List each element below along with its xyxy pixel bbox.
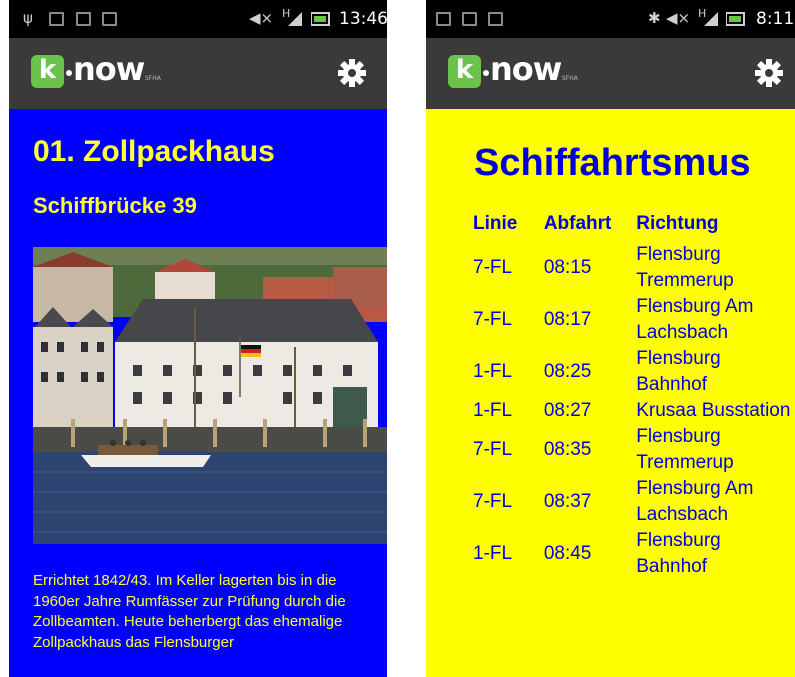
- signal-icon: [288, 12, 302, 26]
- table-row[interactable]: 1-FL 08:25 Flensburg Bahnhof: [473, 346, 795, 398]
- signal-icon: [704, 12, 718, 26]
- direction-cell: Flensburg Tremmerup: [636, 426, 734, 473]
- gear-icon[interactable]: [337, 58, 367, 88]
- zollpackhaus-photo: [33, 247, 387, 544]
- app-bar: k now SFHA: [426, 38, 795, 109]
- play-store-icon: [462, 12, 477, 26]
- clock: 8:11: [756, 9, 795, 29]
- page-title: Schiffahrtsmus: [474, 142, 751, 184]
- time-cell: 08:17: [543, 309, 592, 330]
- table-row[interactable]: 1-FL 08:27 Krusaa Busstation: [473, 398, 795, 424]
- logo-dot: [66, 70, 72, 76]
- time-cell: 08:27: [543, 400, 592, 421]
- image-notification-icon: [49, 12, 64, 26]
- time-cell: 08:35: [543, 439, 592, 460]
- logo-dot: [483, 70, 489, 76]
- departures-table: Linie Abfahrt Richtung 7-FL 08:15 Flensb…: [473, 205, 795, 580]
- table-row[interactable]: 7-FL 08:35 Flensburg Tremmerup: [473, 424, 795, 476]
- app-bar: k now SFHA: [9, 38, 387, 109]
- line-cell: 1-FL: [473, 543, 513, 564]
- left-phone-screen: ψ ◀× H 13:46 k now SFHA 01. Zollpackhaus…: [9, 0, 387, 677]
- table-row[interactable]: 7-FL 08:17 Flensburg Am Lachsbach: [473, 294, 795, 346]
- direction-cell: Krusaa Busstation: [636, 400, 791, 421]
- direction-cell: Flensburg Am Lachsbach: [636, 478, 754, 525]
- table-row[interactable]: 1-FL 08:45 Flensburg Bahnhof: [473, 528, 795, 580]
- image-notification-icon: [436, 12, 451, 26]
- table-row[interactable]: 7-FL 08:37 Flensburg Am Lachsbach: [473, 476, 795, 528]
- logo-subtext: SFHA: [562, 75, 578, 82]
- time-cell: 08:45: [543, 543, 592, 564]
- battery-icon: [726, 12, 745, 26]
- status-bar: ✱ ◀× H 8:11: [426, 0, 795, 38]
- logo-word: now: [490, 50, 562, 88]
- line-cell: 7-FL: [473, 257, 513, 278]
- line-cell: 1-FL: [473, 361, 513, 382]
- direction-cell: Flensburg Bahnhof: [636, 348, 721, 395]
- line-cell: 7-FL: [473, 491, 513, 512]
- app-logo[interactable]: k: [31, 55, 64, 88]
- column-header-departure: Abfahrt: [543, 212, 612, 234]
- table-row[interactable]: 7-FL 08:15 Flensburg Tremmerup: [473, 242, 795, 294]
- clock: 13:46: [339, 9, 387, 29]
- logo-subtext: SFHA: [145, 75, 161, 82]
- direction-cell: Flensburg Am Lachsbach: [636, 296, 754, 343]
- download-notification-icon: [102, 12, 117, 26]
- line-cell: 1-FL: [473, 400, 513, 421]
- battery-icon: [311, 12, 330, 26]
- direction-cell: Flensburg Bahnhof: [636, 530, 721, 577]
- table-header-row: Linie Abfahrt Richtung: [473, 205, 795, 242]
- mute-icon: ◀×: [249, 9, 274, 27]
- bluetooth-icon: ✱: [648, 9, 661, 27]
- calendar-notification-icon: [488, 12, 503, 26]
- mute-icon: ◀×: [666, 9, 691, 27]
- time-cell: 08:25: [543, 361, 592, 382]
- app-logo[interactable]: k: [448, 55, 481, 88]
- line-cell: 7-FL: [473, 439, 513, 460]
- description-text: Errichtet 1842/43. Im Keller lagerten bi…: [33, 572, 346, 651]
- calendar-notification-icon: [76, 12, 91, 26]
- logo-word: now: [73, 50, 145, 88]
- usb-icon: ψ: [23, 9, 33, 27]
- time-cell: 08:37: [543, 491, 592, 512]
- time-cell: 08:15: [543, 257, 592, 278]
- column-header-line: Linie: [473, 212, 518, 234]
- column-header-direction: Richtung: [636, 212, 719, 234]
- page-title: 01. Zollpackhaus: [33, 135, 275, 168]
- status-bar: ψ ◀× H 13:46: [9, 0, 387, 38]
- right-phone-screen: ✱ ◀× H 8:11 k now SFHA Schiffahrtsmus Li…: [426, 0, 795, 677]
- gear-icon[interactable]: [754, 58, 784, 88]
- line-cell: 7-FL: [473, 309, 513, 330]
- direction-cell: Flensburg Tremmerup: [636, 244, 734, 291]
- address-subtitle: Schiffbrücke 39: [33, 193, 197, 218]
